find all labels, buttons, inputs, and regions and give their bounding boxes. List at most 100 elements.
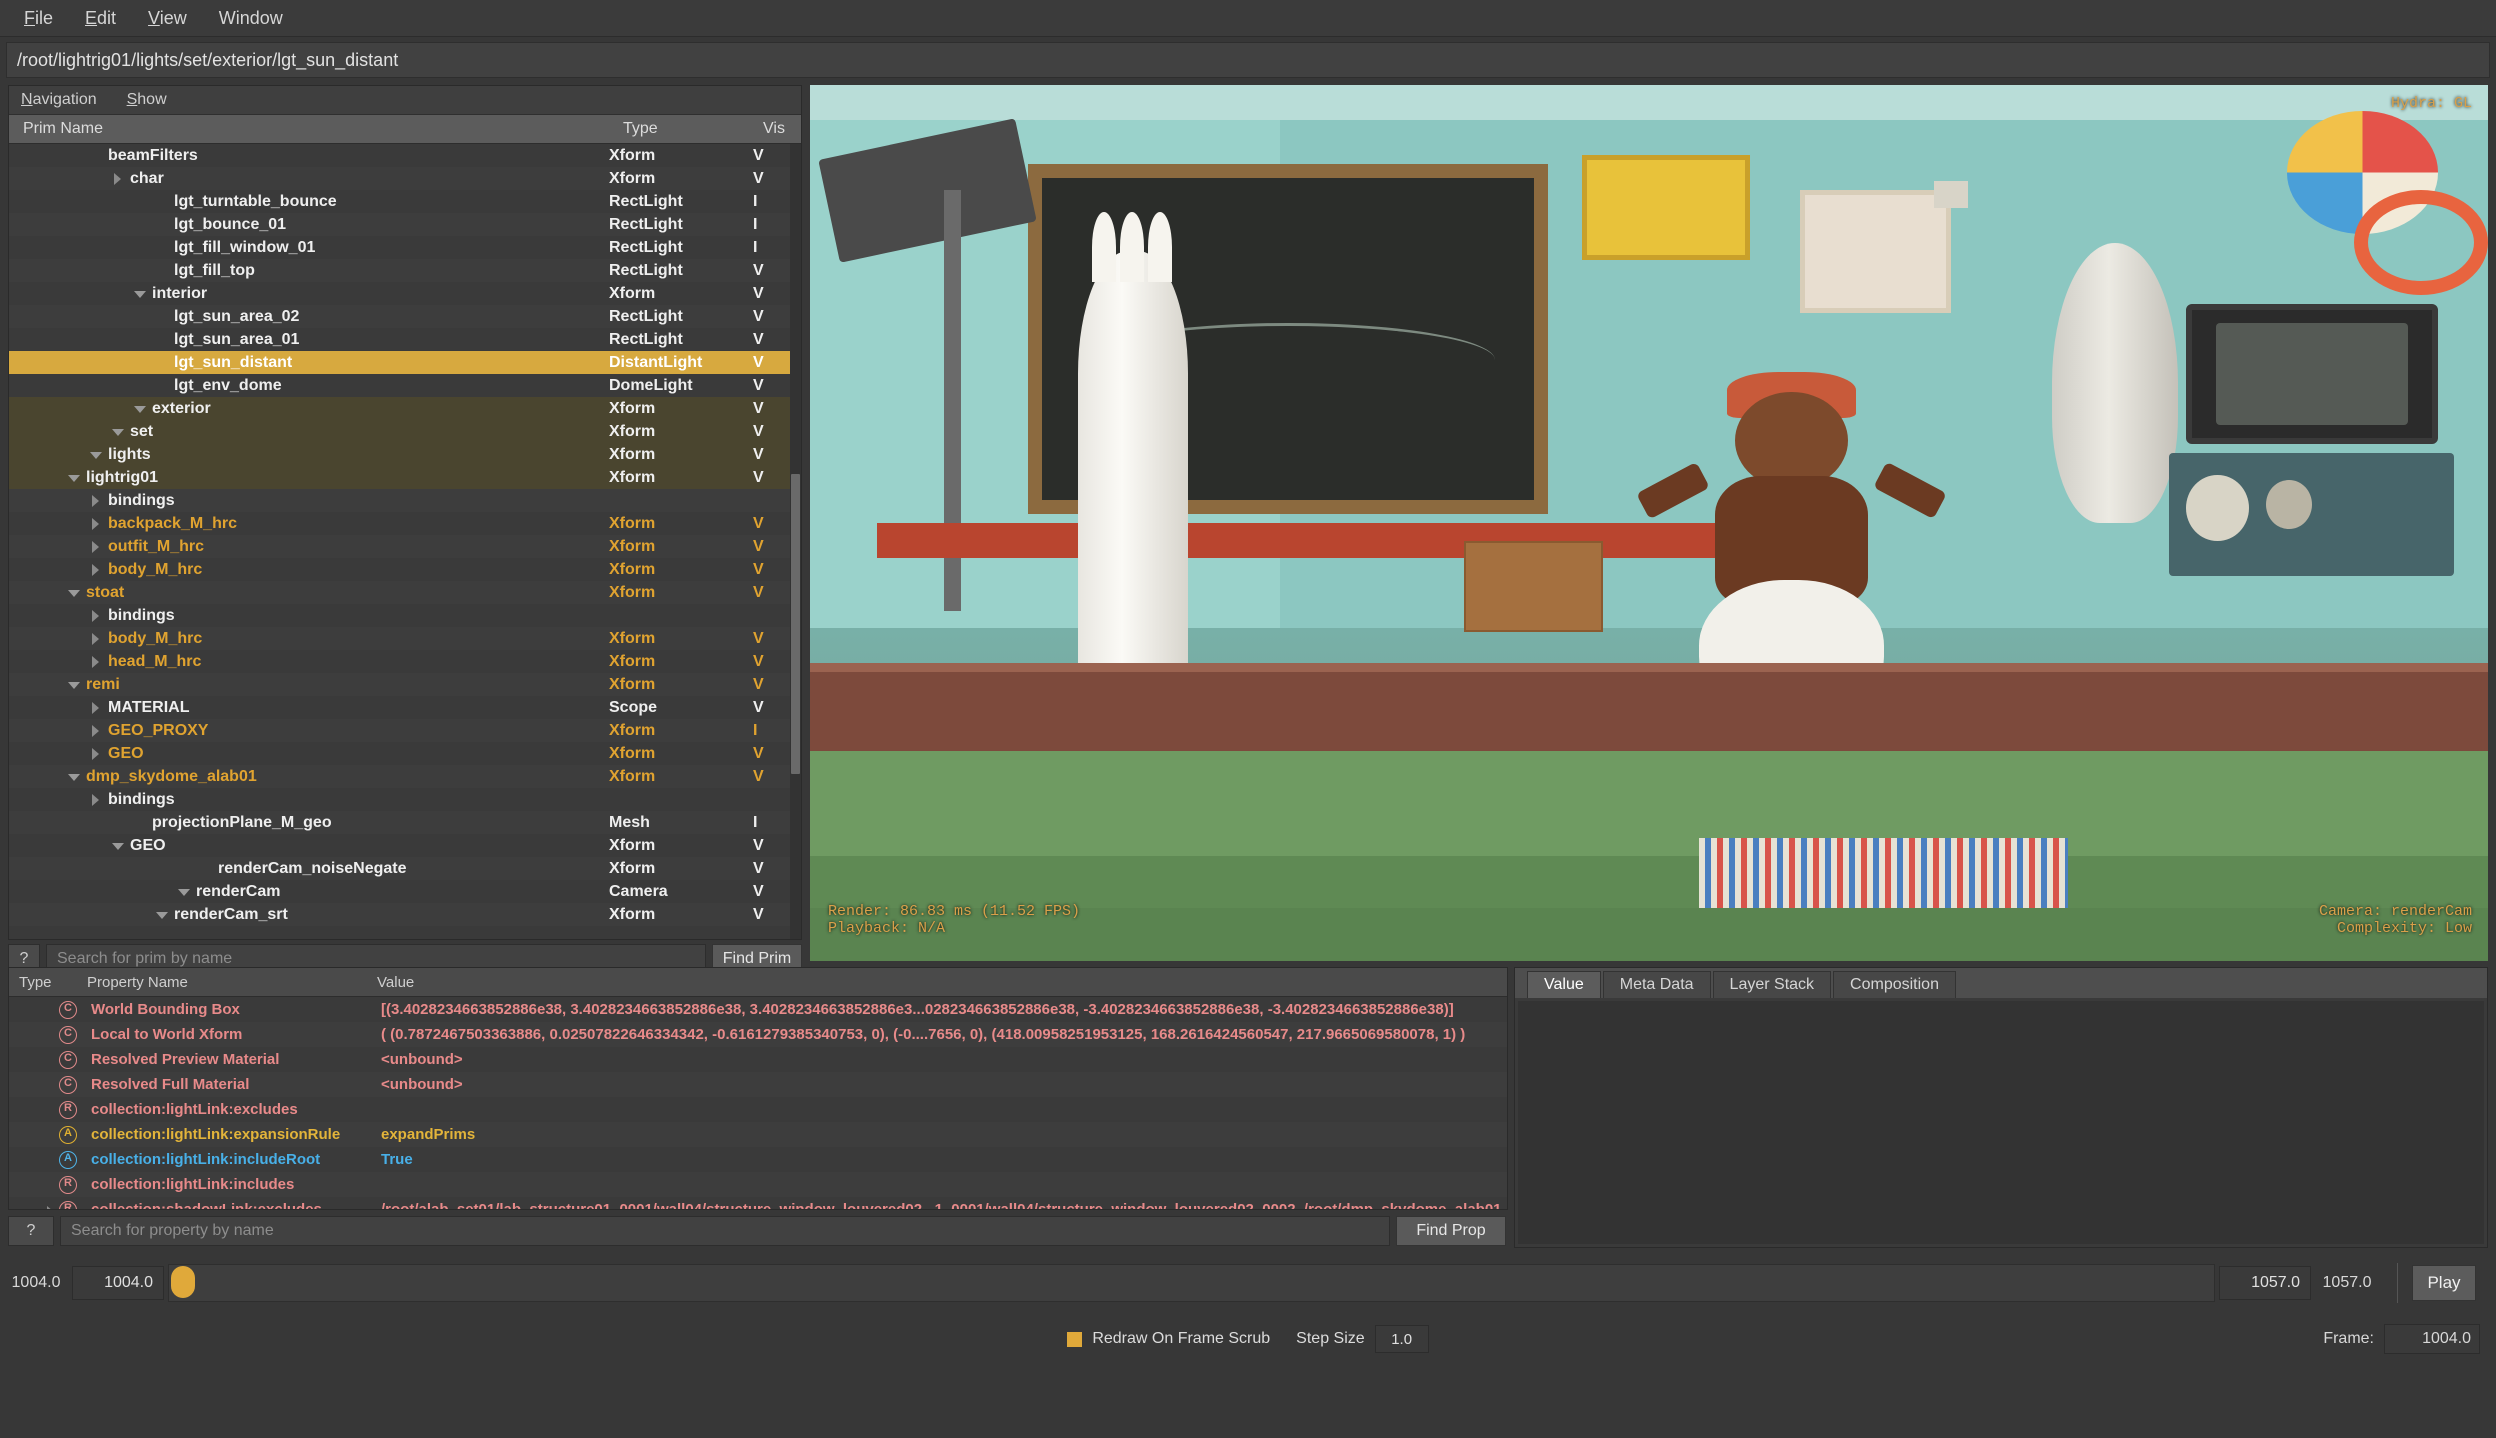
chevron-right-icon[interactable] [89,655,103,669]
tree-row-name-cell[interactable]: lgt_env_dome [9,377,609,395]
tree-row-name-cell[interactable]: lgt_fill_top [9,262,609,280]
prop-col-name[interactable]: Property Name [87,974,377,991]
tree-row-name-cell[interactable]: beamFilters [9,147,609,165]
tree-row-name-cell[interactable]: remi [9,676,609,694]
tree-row[interactable]: body_M_hrcXformV [9,627,801,650]
render-viewport[interactable]: Hydra: GL Render: 86.83 ms (11.52 FPS) P… [810,85,2488,961]
tree-row-name-cell[interactable]: set [9,423,609,441]
find-prop-button[interactable]: Find Prop [1396,1216,1506,1246]
tree-row[interactable]: backpack_M_hrcXformV [9,512,801,535]
tree-row-name-cell[interactable]: projectionPlane_M_geo [9,814,609,832]
tree-row[interactable]: bindings [9,489,801,512]
timeline-start-field[interactable]: 1004.0 [72,1266,164,1300]
chevron-right-icon[interactable] [89,540,103,554]
prop-col-type[interactable]: Type [9,974,87,991]
inspector-tab-value[interactable]: Value [1527,971,1601,998]
tree-row-name-cell[interactable]: lightrig01 [9,469,609,487]
tree-row[interactable]: bindings [9,788,801,811]
tree-row-name-cell[interactable]: lgt_turntable_bounce [9,193,609,211]
chevron-right-icon[interactable] [89,563,103,577]
menu-item-edit[interactable]: Edit [69,4,132,33]
tree-row[interactable]: lgt_fill_window_01RectLightI [9,236,801,259]
subtab-navigation[interactable]: Navigation [21,91,97,109]
tree-row-name-cell[interactable]: backpack_M_hrc [9,515,609,533]
tree-row-name-cell[interactable]: head_M_hrc [9,653,609,671]
prop-col-value[interactable]: Value [377,974,1507,991]
tree-row-name-cell[interactable]: renderCam_srt [9,906,609,924]
chevron-down-icon[interactable] [67,678,81,692]
tree-col-prim-name[interactable]: Prim Name [9,120,623,138]
chevron-right-icon[interactable] [89,724,103,738]
tree-row[interactable]: lgt_env_domeDomeLightV [9,374,801,397]
property-row[interactable]: Acollection:lightLink:includeRootTrue [9,1147,1507,1172]
chevron-down-icon[interactable] [67,471,81,485]
tree-row-name-cell[interactable]: GEO_PROXY [9,722,609,740]
tree-row-name-cell[interactable]: renderCam_noiseNegate [9,860,609,878]
chevron-right-icon[interactable] [89,701,103,715]
tree-row[interactable]: body_M_hrcXformV [9,558,801,581]
timeline-track[interactable] [168,1264,2215,1302]
property-row[interactable]: Rcollection:lightLink:includes [9,1172,1507,1197]
chevron-right-icon[interactable] [89,517,103,531]
tree-row-name-cell[interactable]: bindings [9,791,609,809]
subtab-show[interactable]: Show [127,91,167,109]
menu-item-file[interactable]: File [8,4,69,33]
tree-row[interactable]: renderCamCameraV [9,880,801,903]
tree-row[interactable]: GEOXformV [9,834,801,857]
tree-row-name-cell[interactable]: lgt_bounce_01 [9,216,609,234]
chevron-down-icon[interactable] [177,885,191,899]
timeline-handle[interactable] [171,1266,195,1298]
inspector-tab-composition[interactable]: Composition [1833,971,1956,998]
tree-row-name-cell[interactable]: renderCam [9,883,609,901]
inspector-tab-layer-stack[interactable]: Layer Stack [1713,971,1831,998]
prim-tree[interactable]: beamFiltersXformVcharXformVlgt_turntable… [9,144,801,939]
tree-scrollbar-thumb[interactable] [791,474,800,774]
tree-row[interactable]: outfit_M_hrcXformV [9,535,801,558]
tree-row[interactable]: GEOXformV [9,742,801,765]
tree-row[interactable]: lgt_sun_area_02RectLightV [9,305,801,328]
property-row[interactable]: Rcollection:lightLink:excludes [9,1097,1507,1122]
redraw-checkbox[interactable] [1067,1332,1082,1347]
tree-row-name-cell[interactable]: lgt_sun_distant [9,354,609,372]
inspector-tabs[interactable]: ValueMeta DataLayer StackComposition [1515,968,2487,998]
tree-row-name-cell[interactable]: dmp_skydome_alab01 [9,768,609,786]
chevron-right-icon[interactable] [89,609,103,623]
property-search-input[interactable]: Search for property by name [60,1216,1390,1246]
property-row[interactable]: CResolved Full Material<unbound> [9,1072,1507,1097]
frame-field[interactable]: 1004.0 [2384,1324,2480,1354]
tree-row-name-cell[interactable]: outfit_M_hrc [9,538,609,556]
tree-row[interactable]: lgt_sun_area_01RectLightV [9,328,801,351]
tree-row[interactable]: projectionPlane_M_geoMeshI [9,811,801,834]
tree-row[interactable]: head_M_hrcXformV [9,650,801,673]
chevron-down-icon[interactable] [155,908,169,922]
chevron-right-icon[interactable] [111,172,125,186]
tree-row[interactable]: charXformV [9,167,801,190]
tree-row[interactable]: bindings [9,604,801,627]
tree-scrollbar[interactable] [790,144,801,939]
tree-row[interactable]: interiorXformV [9,282,801,305]
chevron-down-icon[interactable] [89,448,103,462]
tree-row[interactable]: dmp_skydome_alab01XformV [9,765,801,788]
tree-row-name-cell[interactable]: bindings [9,492,609,510]
chevron-down-icon[interactable] [111,839,125,853]
property-row[interactable]: CLocal to World Xform( (0.78724675033638… [9,1022,1507,1047]
tree-row[interactable]: exteriorXformV [9,397,801,420]
tree-row[interactable]: lgt_fill_topRectLightV [9,259,801,282]
tree-row[interactable]: lgt_bounce_01RectLightI [9,213,801,236]
inspector-body[interactable] [1518,1001,2484,1244]
tree-row[interactable]: lgt_sun_distantDistantLightV [9,351,801,374]
tree-row-name-cell[interactable]: exterior [9,400,609,418]
chevron-down-icon[interactable] [133,402,147,416]
tree-row-name-cell[interactable]: stoat [9,584,609,602]
tree-col-vis[interactable]: Vis [763,120,801,138]
property-row[interactable]: CResolved Preview Material<unbound> [9,1047,1507,1072]
tree-row[interactable]: remiXformV [9,673,801,696]
menu-item-window[interactable]: Window [203,4,299,33]
property-row[interactable]: CWorld Bounding Box[(3.4028234663852886e… [9,997,1507,1022]
tree-row[interactable]: lightrig01XformV [9,466,801,489]
chevron-down-icon[interactable] [67,586,81,600]
property-list[interactable]: CWorld Bounding Box[(3.4028234663852886e… [9,997,1507,1209]
inspector-tab-meta-data[interactable]: Meta Data [1603,971,1711,998]
tree-row-name-cell[interactable]: lgt_fill_window_01 [9,239,609,257]
tree-row[interactable]: renderCam_noiseNegateXformV [9,857,801,880]
